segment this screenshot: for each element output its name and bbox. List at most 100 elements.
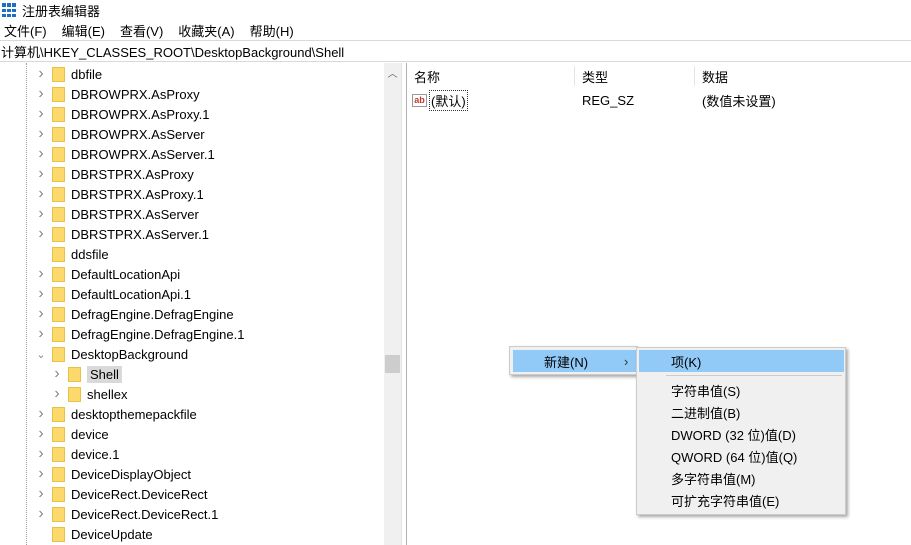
tree-item-label: device — [71, 426, 109, 442]
folder-icon — [52, 146, 65, 162]
folder-icon — [52, 486, 65, 502]
context-menu: 新建(N) › — [509, 346, 638, 375]
tree-item-label: DBROWPRX.AsProxy — [71, 86, 200, 102]
tree-scrollbar[interactable]: ︿ — [384, 63, 401, 545]
chevron-right-icon[interactable]: › — [36, 325, 46, 343]
tree-item[interactable]: › DeviceRect.DeviceRect.1 — [36, 504, 218, 524]
chevron-right-icon[interactable]: › — [36, 205, 46, 223]
value-row[interactable]: ab (默认) — [412, 89, 468, 111]
submenu-item-label: QWORD (64 位)值(Q) — [671, 449, 798, 465]
tree-item[interactable]: › DBRSTPRX.AsServer — [36, 204, 199, 224]
scroll-up-arrow-icon[interactable]: ︿ — [384, 65, 401, 80]
tree-item[interactable]: ddsfile — [36, 244, 109, 264]
tree-item-label: Shell — [87, 365, 122, 383]
submenu-item[interactable]: 二进制值(B) — [639, 401, 844, 423]
value-data: (数值未设置) — [702, 93, 776, 109]
tree-item-label: shellex — [87, 386, 128, 402]
chevron-down-icon[interactable]: ⌄ — [36, 348, 46, 361]
tree-item-label: DBRSTPRX.AsServer.1 — [71, 226, 209, 242]
pane-splitter[interactable] — [401, 63, 407, 545]
tree-item[interactable]: › DefragEngine.DefragEngine.1 — [36, 324, 244, 344]
chevron-right-icon[interactable]: › — [36, 145, 46, 163]
chevron-right-icon[interactable]: › — [36, 105, 46, 123]
chevron-right-icon[interactable]: › — [36, 445, 46, 463]
menu-edit[interactable]: 编辑(E) — [58, 21, 112, 40]
column-header-name[interactable]: 名称 — [407, 66, 575, 86]
title-bar: 注册表编辑器 — [0, 0, 911, 20]
submenu-item[interactable]: QWORD (64 位)值(Q) — [639, 445, 844, 467]
tree-item[interactable]: › dbfile — [36, 64, 102, 84]
tree-item[interactable]: › DBROWPRX.AsServer.1 — [36, 144, 214, 164]
column-data-label: 数据 — [702, 69, 729, 85]
tree-item[interactable]: › Shell — [52, 364, 122, 384]
tree-item[interactable]: › DBRSTPRX.AsServer.1 — [36, 224, 209, 244]
new-submenu: 项(K) 字符串值(S) 二进制值(B) DWORD (32 位)值(D) QWORD… — [636, 347, 846, 515]
chevron-right-icon[interactable]: › — [36, 485, 46, 503]
menu-view[interactable]: 查看(V) — [116, 21, 170, 40]
folder-icon — [52, 286, 65, 302]
chevron-right-icon[interactable]: › — [52, 385, 62, 403]
chevron-right-icon[interactable]: › — [36, 305, 46, 323]
tree-item[interactable]: ⌄ DesktopBackground — [36, 344, 188, 364]
menu-item-new[interactable]: 新建(N) › — [513, 350, 636, 372]
chevron-right-icon[interactable]: › — [36, 405, 46, 423]
address-bar[interactable]: 计算机\HKEY_CLASSES_ROOT\DesktopBackground\… — [0, 40, 911, 62]
column-name-label: 名称 — [414, 69, 441, 85]
tree-item[interactable]: › DefaultLocationApi — [36, 264, 180, 284]
tree-item[interactable]: › DBROWPRX.AsProxy.1 — [36, 104, 209, 124]
folder-icon — [52, 66, 65, 82]
folder-icon — [52, 426, 65, 442]
chevron-right-icon[interactable]: › — [36, 505, 46, 523]
tree-item[interactable]: › DeviceDisplayObject — [36, 464, 191, 484]
submenu-item-label: 字符串值(S) — [671, 383, 741, 399]
tree-item-label: DesktopBackground — [71, 346, 189, 362]
tree-item[interactable]: › DBRSTPRX.AsProxy — [36, 164, 194, 184]
tree-item[interactable]: › device.1 — [36, 444, 119, 464]
string-value-icon: ab — [412, 93, 427, 107]
tree-item[interactable]: › device — [36, 424, 109, 444]
chevron-right-icon[interactable]: › — [36, 265, 46, 283]
tree-item[interactable]: › desktopthemepackfile — [36, 404, 196, 424]
chevron-right-icon[interactable]: › — [36, 425, 46, 443]
column-header-type[interactable]: 类型 — [575, 66, 695, 86]
menu-help[interactable]: 帮助(H) — [246, 21, 301, 40]
tree-item-label: DeviceDisplayObject — [71, 466, 191, 482]
regedit-app-icon — [2, 3, 16, 17]
menu-favorites[interactable]: 收藏夹(A) — [174, 21, 241, 40]
tree-item[interactable]: › DefragEngine.DefragEngine — [36, 304, 233, 324]
chevron-right-icon[interactable]: › — [36, 125, 46, 143]
tree-item[interactable]: › DefaultLocationApi.1 — [36, 284, 191, 304]
submenu-item[interactable]: 多字符串值(M) — [639, 467, 844, 489]
chevron-right-icon[interactable]: › — [36, 285, 46, 303]
value-name: (默认) — [429, 89, 468, 111]
tree-item[interactable]: › DBROWPRX.AsServer — [36, 124, 204, 144]
menu-item-key[interactable]: 项(K) — [639, 350, 844, 372]
submenu-item-label: DWORD (32 位)值(D) — [671, 427, 796, 443]
chevron-right-icon[interactable]: › — [36, 225, 46, 243]
chevron-right-icon[interactable]: › — [36, 85, 46, 103]
menu-file[interactable]: 文件(F) — [0, 21, 54, 40]
tree-item-label: DBRSTPRX.AsProxy.1 — [71, 186, 204, 202]
chevron-right-icon[interactable]: › — [36, 465, 46, 483]
submenu-item[interactable]: DWORD (32 位)值(D) — [639, 423, 844, 445]
tree-item-label: DBRSTPRX.AsProxy — [71, 166, 194, 182]
tree-item[interactable]: › DeviceRect.DeviceRect — [36, 484, 207, 504]
scrollbar-thumb[interactable] — [385, 355, 400, 373]
chevron-right-icon[interactable]: › — [36, 165, 46, 183]
tree-item[interactable]: DeviceUpdate — [36, 524, 153, 544]
column-header-data[interactable]: 数据 — [695, 66, 911, 86]
submenu-item[interactable]: 字符串值(S) — [639, 379, 844, 401]
tree-item[interactable]: › DBRSTPRX.AsProxy.1 — [36, 184, 204, 204]
submenu-item[interactable]: 可扩充字符串值(E) — [639, 489, 844, 511]
tree-guide-line — [26, 63, 27, 545]
tree-item-label: ddsfile — [71, 246, 109, 262]
folder-icon — [52, 126, 65, 142]
folder-icon — [52, 466, 65, 482]
address-path[interactable]: 计算机\HKEY_CLASSES_ROOT\DesktopBackground\… — [1, 42, 344, 61]
submenu-item-label: 多字符串值(M) — [671, 471, 756, 487]
chevron-right-icon[interactable]: › — [36, 185, 46, 203]
chevron-right-icon[interactable]: › — [52, 365, 62, 383]
tree-item[interactable]: › DBROWPRX.AsProxy — [36, 84, 200, 104]
chevron-right-icon[interactable]: › — [36, 65, 46, 83]
tree-item[interactable]: › shellex — [52, 384, 127, 404]
